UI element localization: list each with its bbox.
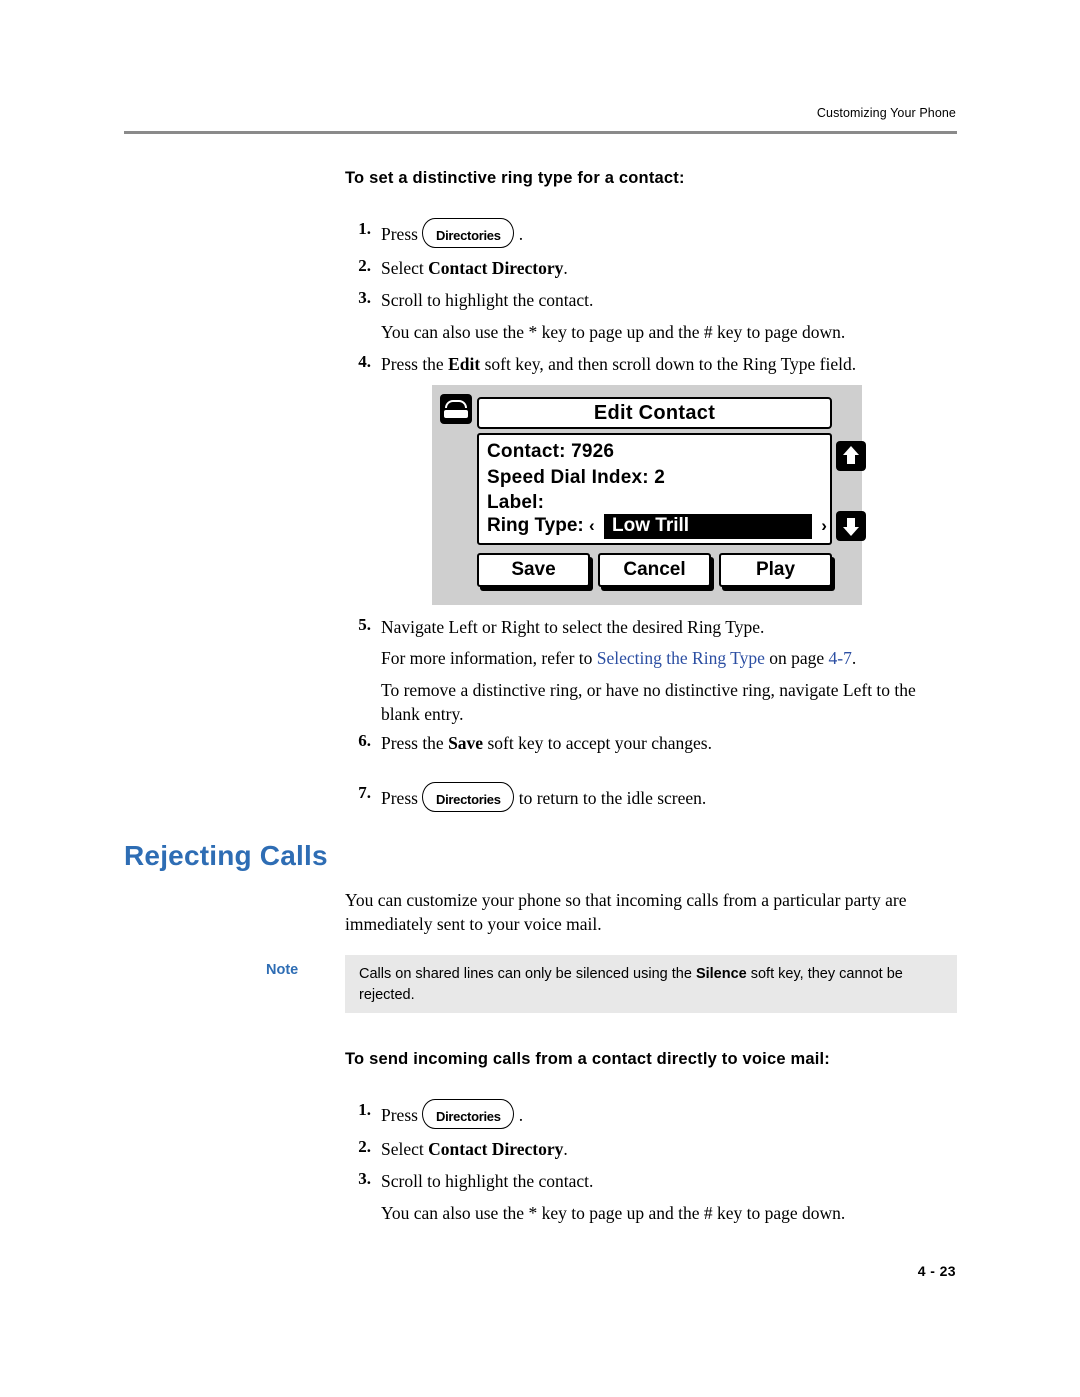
step-number: 6. <box>358 731 371 750</box>
step-number: 4. <box>358 352 371 371</box>
step-3-note-text: You can also use the * key to page up an… <box>381 322 846 342</box>
header-divider <box>124 131 957 134</box>
directories-key-icon[interactable]: Directories <box>422 782 515 812</box>
arrow-down-stem <box>847 518 855 527</box>
s2-step-1-period: . <box>518 1105 524 1125</box>
s2-step-1-press-label: Press <box>381 1105 418 1125</box>
step-4-prefix: Press the <box>381 354 449 374</box>
chevron-left-icon[interactable]: ‹ <box>589 516 595 535</box>
page-number: 4 - 23 <box>917 1263 956 1279</box>
step-6-bold: Save <box>448 733 484 753</box>
s2-note-text: You can also use the * key to page up an… <box>381 1203 846 1223</box>
note-bold-silence: Silence <box>695 966 747 982</box>
note-prefix: Calls on shared lines can only be silenc… <box>359 966 696 982</box>
cross-reference-line: For more information, refer to Selecting… <box>381 646 856 670</box>
arrow-down-icon <box>836 511 866 541</box>
arrow-up-stem <box>847 455 855 464</box>
lcd-ring-type-row[interactable]: Ring Type: ‹ Low Trill › <box>487 514 827 539</box>
step-2-prefix: Select <box>381 258 429 278</box>
s2-step-3-text: Scroll to highlight the contact. <box>381 1171 594 1191</box>
step-number: 1. <box>358 219 371 238</box>
phone-handset-shape <box>445 400 467 408</box>
lcd-label-line: Label: <box>487 492 545 513</box>
running-header: Customizing Your Phone <box>816 106 956 120</box>
step-1-press-label: Press <box>381 224 418 244</box>
step-5-text: Navigate Left or Right to select the des… <box>381 617 765 637</box>
phone-icon <box>440 394 472 424</box>
chevron-right-icon[interactable]: › <box>821 516 827 535</box>
arrow-down-head <box>843 527 859 536</box>
directories-key-icon[interactable]: Directories <box>422 218 515 248</box>
xref-link-ring-type[interactable]: Selecting the Ring Type <box>597 648 765 668</box>
step-4-bold: Edit <box>448 354 481 374</box>
step-2-bold: Contact Directory <box>428 258 564 278</box>
step-6-text: Press the Save soft key to accept your c… <box>381 731 712 755</box>
s2-step-2-suffix: . <box>563 1139 568 1159</box>
step-3-text: Scroll to highlight the contact. <box>381 290 594 310</box>
step-7-suffix: to return to the idle screen. <box>518 788 707 808</box>
s2-step-2-bold: Contact Directory <box>428 1139 564 1159</box>
note-text: Calls on shared lines can only be silenc… <box>359 964 949 1006</box>
xref-mid: on page <box>764 648 829 668</box>
directories-key-icon[interactable]: Directories <box>422 1099 515 1129</box>
step-number: 3. <box>358 1169 371 1188</box>
step-number: 5. <box>358 615 371 634</box>
lcd-speed-dial-line: Speed Dial Index: 2 <box>487 467 666 488</box>
lcd-title-bar: Edit Contact <box>477 397 832 429</box>
step-6-prefix: Press the <box>381 733 449 753</box>
phone-base-shape <box>444 410 468 418</box>
directories-key-label: Directories <box>436 1109 501 1124</box>
xref-prefix: For more information, refer to <box>381 648 597 668</box>
step-number: 1. <box>358 1100 371 1119</box>
note-label: Note <box>266 962 299 978</box>
lcd-ring-type-value[interactable]: Low Trill <box>604 514 812 539</box>
xref-link-page[interactable]: 4-7 <box>829 648 852 668</box>
step-4-suffix: soft key, and then scroll down to the Ri… <box>480 354 857 374</box>
lcd-softkey-row: Save Cancel Play <box>477 553 832 591</box>
s2-step-2-prefix: Select <box>381 1139 429 1159</box>
phone-lcd-screenshot: Edit Contact Contact: 7926 Speed Dial In… <box>432 385 866 605</box>
lcd-body: Contact: 7926 Speed Dial Index: 2 Label:… <box>477 433 832 545</box>
step-number: 3. <box>358 288 371 307</box>
lcd-contact-line: Contact: 7926 <box>487 441 615 462</box>
step-4-text: Press the Edit soft key, and then scroll… <box>381 352 856 376</box>
directories-key-label: Directories <box>436 228 501 243</box>
step-number: 2. <box>358 256 371 275</box>
directories-key-label: Directories <box>436 792 501 807</box>
softkey-save[interactable]: Save <box>477 553 590 587</box>
note-box: Calls on shared lines can only be silenc… <box>345 955 957 1013</box>
remove-ring-paragraph: To remove a distinctive ring, or have no… <box>381 680 916 724</box>
step-1-period: . <box>518 224 524 244</box>
step-number: 7. <box>358 783 371 802</box>
xref-suffix: . <box>851 648 857 668</box>
step-7-press-label: Press <box>381 788 418 808</box>
step-number: 2. <box>358 1137 371 1156</box>
step-6-suffix: soft key to accept your changes. <box>483 733 712 753</box>
lcd-title-text: Edit Contact <box>593 402 716 424</box>
softkey-cancel[interactable]: Cancel <box>598 553 711 587</box>
page-title-rejecting-calls: Rejecting Calls <box>124 840 328 871</box>
section-heading-voice-mail: To send incoming calls from a contact di… <box>345 1050 831 1068</box>
s2-step-2-text: Select Contact Directory. <box>381 1137 568 1161</box>
step-1-text: Press Directories . <box>381 218 523 248</box>
step-2-suffix: . <box>563 258 568 278</box>
step-2-text: Select Contact Directory. <box>381 256 568 280</box>
s2-step-1-text: Press Directories . <box>381 1099 523 1129</box>
step-7-text: Press Directories to return to the idle … <box>381 782 706 812</box>
arrow-up-icon <box>836 441 866 471</box>
softkey-play[interactable]: Play <box>719 553 832 587</box>
lcd-ring-type-label: Ring Type: <box>487 515 584 536</box>
arrow-up-head <box>843 446 859 455</box>
section-heading-ring-type: To set a distinctive ring type for a con… <box>345 169 685 187</box>
rejecting-paragraph: You can customize your phone so that inc… <box>345 890 907 934</box>
